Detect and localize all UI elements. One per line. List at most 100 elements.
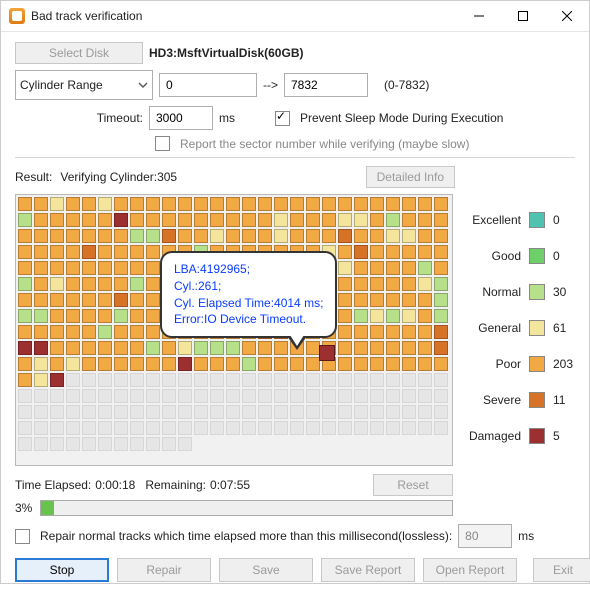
grid-cell[interactable] xyxy=(114,357,128,371)
grid-cell[interactable] xyxy=(66,325,80,339)
grid-cell[interactable] xyxy=(322,213,336,227)
grid-cell[interactable] xyxy=(18,229,32,243)
grid-cell[interactable] xyxy=(386,245,400,259)
grid-cell[interactable] xyxy=(146,373,160,387)
grid-cell[interactable] xyxy=(258,229,272,243)
grid-cell[interactable] xyxy=(290,405,304,419)
grid-cell[interactable] xyxy=(114,405,128,419)
grid-cell[interactable] xyxy=(354,373,368,387)
grid-cell[interactable] xyxy=(178,357,192,371)
grid-cell[interactable] xyxy=(82,229,96,243)
grid-cell[interactable] xyxy=(338,325,352,339)
grid-cell[interactable] xyxy=(226,389,240,403)
grid-cell[interactable] xyxy=(114,437,128,451)
grid-cell[interactable] xyxy=(114,389,128,403)
grid-cell[interactable] xyxy=(274,229,288,243)
grid-cell[interactable] xyxy=(146,309,160,323)
grid-cell[interactable] xyxy=(306,373,320,387)
grid-cell[interactable] xyxy=(130,405,144,419)
grid-cell[interactable] xyxy=(274,213,288,227)
grid-cell[interactable] xyxy=(434,293,448,307)
grid-cell[interactable] xyxy=(402,373,416,387)
range-mode-select[interactable]: Cylinder Range xyxy=(15,70,153,100)
grid-cell[interactable] xyxy=(34,373,48,387)
grid-cell[interactable] xyxy=(402,405,416,419)
grid-cell[interactable] xyxy=(194,229,208,243)
grid-cell[interactable] xyxy=(98,229,112,243)
grid-cell[interactable] xyxy=(34,341,48,355)
grid-cell[interactable] xyxy=(178,341,192,355)
grid-cell[interactable] xyxy=(338,309,352,323)
grid-cell[interactable] xyxy=(162,229,176,243)
grid-cell[interactable] xyxy=(338,197,352,211)
grid-cell[interactable] xyxy=(242,373,256,387)
grid-cell[interactable] xyxy=(434,245,448,259)
grid-cell[interactable] xyxy=(418,309,432,323)
grid-cell[interactable] xyxy=(354,421,368,435)
grid-cell[interactable] xyxy=(162,197,176,211)
grid-cell[interactable] xyxy=(114,293,128,307)
grid-cell[interactable] xyxy=(98,325,112,339)
grid-cell[interactable] xyxy=(210,341,224,355)
grid-cell[interactable] xyxy=(354,293,368,307)
grid-cell[interactable] xyxy=(434,229,448,243)
grid-cell[interactable] xyxy=(178,197,192,211)
grid-cell[interactable] xyxy=(18,293,32,307)
grid-cell[interactable] xyxy=(114,245,128,259)
grid-cell[interactable] xyxy=(114,277,128,291)
grid-cell[interactable] xyxy=(130,421,144,435)
grid-cell[interactable] xyxy=(242,405,256,419)
grid-cell[interactable] xyxy=(194,197,208,211)
reset-button[interactable]: Reset xyxy=(373,474,453,496)
grid-cell[interactable] xyxy=(402,357,416,371)
range-from-input[interactable] xyxy=(159,73,257,97)
grid-cell[interactable] xyxy=(50,437,64,451)
grid-cell[interactable] xyxy=(434,405,448,419)
grid-cell[interactable] xyxy=(50,261,64,275)
grid-cell[interactable] xyxy=(82,277,96,291)
grid-cell[interactable] xyxy=(82,197,96,211)
grid-cell[interactable] xyxy=(66,389,80,403)
grid-cell[interactable] xyxy=(338,245,352,259)
grid-cell[interactable] xyxy=(194,389,208,403)
grid-cell[interactable] xyxy=(66,213,80,227)
grid-cell[interactable] xyxy=(434,373,448,387)
grid-cell[interactable] xyxy=(402,261,416,275)
grid-cell[interactable] xyxy=(146,357,160,371)
grid-cell[interactable] xyxy=(402,245,416,259)
grid-cell[interactable] xyxy=(98,421,112,435)
grid-cell[interactable] xyxy=(162,373,176,387)
grid-cell[interactable] xyxy=(258,373,272,387)
grid-cell[interactable] xyxy=(210,421,224,435)
grid-cell[interactable] xyxy=(18,373,32,387)
grid-cell[interactable] xyxy=(386,229,400,243)
grid-cell[interactable] xyxy=(50,357,64,371)
grid-cell[interactable] xyxy=(402,293,416,307)
grid-cell[interactable] xyxy=(386,373,400,387)
grid-cell[interactable] xyxy=(306,341,320,355)
grid-cell[interactable] xyxy=(338,357,352,371)
grid-cell[interactable] xyxy=(82,245,96,259)
grid-cell[interactable] xyxy=(242,197,256,211)
grid-cell[interactable] xyxy=(434,389,448,403)
grid-cell[interactable] xyxy=(226,421,240,435)
grid-cell[interactable] xyxy=(370,405,384,419)
grid-cell[interactable] xyxy=(274,421,288,435)
grid-cell[interactable] xyxy=(34,437,48,451)
grid-cell[interactable] xyxy=(370,245,384,259)
maximize-button[interactable] xyxy=(501,1,545,31)
grid-cell[interactable] xyxy=(50,245,64,259)
grid-cell[interactable] xyxy=(178,405,192,419)
grid-cell[interactable] xyxy=(322,421,336,435)
grid-cell[interactable] xyxy=(66,229,80,243)
grid-cell[interactable] xyxy=(370,293,384,307)
grid-cell[interactable] xyxy=(386,405,400,419)
exit-button[interactable]: Exit xyxy=(533,558,590,582)
grid-cell[interactable] xyxy=(386,421,400,435)
grid-cell[interactable] xyxy=(34,357,48,371)
grid-cell[interactable] xyxy=(114,197,128,211)
grid-cell[interactable] xyxy=(354,341,368,355)
grid-cell[interactable] xyxy=(354,245,368,259)
grid-cell[interactable] xyxy=(178,389,192,403)
grid-cell[interactable] xyxy=(98,277,112,291)
